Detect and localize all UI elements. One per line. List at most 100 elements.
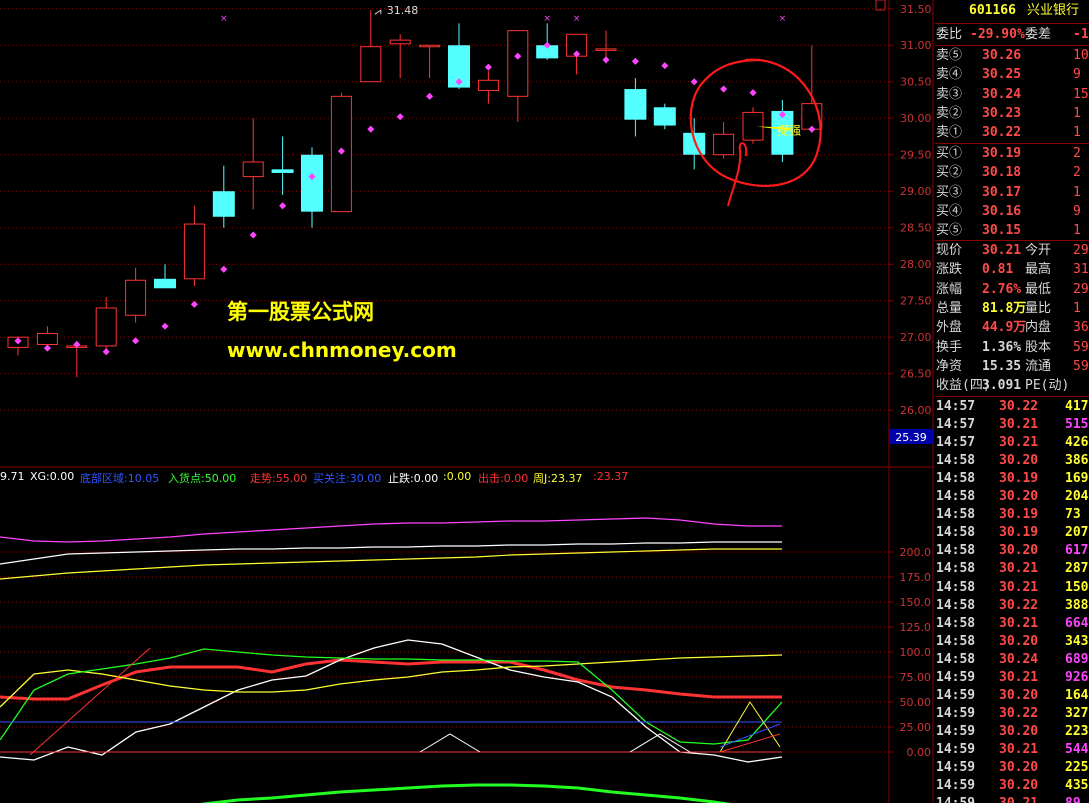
- tick-row: 14:58 30.21 287: [935, 560, 1089, 578]
- row-value: 30.25: [982, 67, 1022, 83]
- tick-price: 30.20: [999, 453, 1039, 469]
- price-tick-label: 28.50: [900, 222, 932, 235]
- signal-dot: [279, 202, 287, 210]
- signal-dot: [631, 57, 639, 65]
- row-value-2: 36.8: [1073, 320, 1089, 336]
- candle-body-down: [154, 278, 176, 289]
- indicator-label: 出击:0.00: [478, 472, 529, 485]
- tick-row: 14:59 30.22 327: [935, 705, 1089, 723]
- signal-dot: [749, 89, 757, 97]
- tick-time: 14:58: [936, 507, 976, 523]
- tick-price: 30.21: [999, 417, 1039, 433]
- price-tick-label: 27.00: [900, 331, 932, 344]
- indicator-label: 9.71: [0, 470, 25, 483]
- quote-row: 涨跌 0.81 最高 31: [935, 261, 1089, 279]
- indicator-series-line: [0, 658, 782, 701]
- indicator-series-line: [0, 548, 782, 580]
- tick-volume: 287: [1065, 561, 1089, 577]
- indicator-series-line: [0, 541, 782, 565]
- row-value-2: 9: [1073, 203, 1081, 219]
- indicator-label: XG:0.00: [30, 470, 75, 483]
- row-label-2: 最高: [1025, 262, 1052, 278]
- tick-volume: 926: [1065, 669, 1089, 685]
- row-value: 30.16: [982, 203, 1022, 219]
- row-label: 卖①: [936, 125, 963, 141]
- tick-time: 14:57: [936, 399, 976, 414]
- indicator-label: 买关注:30.00: [313, 472, 382, 485]
- tick-row: 14:58 30.21 664: [935, 615, 1089, 633]
- chart-area[interactable]: 31.50 31.00 30.50 30.00 29.50 29.00 28.50 28.00…: [0, 0, 935, 803]
- indicator-label: 入货点:50.00: [168, 472, 237, 485]
- quote-row: 外盘 44.9万内盘 36.8: [935, 319, 1089, 337]
- row-label: 外盘: [936, 320, 963, 336]
- row-value-2: 15: [1073, 86, 1089, 102]
- tick-row: 14:58 30.22 388: [935, 597, 1089, 615]
- row-value-2: 31: [1073, 262, 1089, 278]
- tick-volume: 664: [1065, 615, 1089, 631]
- indicator-label: 周J:23.37: [533, 472, 583, 485]
- tick-row: 14:58 30.20 343: [935, 633, 1089, 651]
- order-ratio-row: 委比 -29.90% 委差 -17: [936, 27, 1089, 42]
- signal-annotation: 捉强: [777, 122, 801, 137]
- row-value: 0.81: [982, 262, 1014, 278]
- tick-time: 14:59: [936, 795, 975, 803]
- buy-level-row: 买② 30.18 2: [935, 164, 1089, 182]
- quote-row: 涨幅 2.76% 最低 29: [935, 281, 1089, 299]
- candle-body-up: [242, 161, 264, 178]
- row-value-2: 9: [1073, 67, 1081, 83]
- tick-time: 14:58: [936, 489, 976, 505]
- sell-level-row: 卖② 30.23 1: [935, 105, 1089, 123]
- tick-time: 14:58: [936, 453, 976, 469]
- tick-price: 30.19: [999, 525, 1039, 541]
- row-label-2: PE(动): [1025, 378, 1070, 394]
- tick-price: 30.21: [999, 795, 1038, 803]
- high-arrow: [374, 9, 382, 15]
- sell-level-row: 卖③ 30.24 15: [935, 86, 1089, 104]
- row-label: 净资: [936, 358, 963, 374]
- tick-row: 14:58 30.19 207: [935, 524, 1089, 542]
- row-value-2: 29: [1073, 281, 1089, 297]
- row-value-2: 1: [1073, 300, 1081, 316]
- tick-price: 30.19: [999, 507, 1039, 523]
- stock-header[interactable]: 601166 兴业银行: [935, 0, 1089, 22]
- price-tick-label: 30.50: [900, 76, 932, 89]
- stock-name: 兴业银行: [1027, 3, 1080, 18]
- price-tick-label: 28.00: [900, 258, 932, 271]
- row-value-2: 59.9: [1073, 339, 1089, 355]
- tick-time: 14:59: [936, 778, 976, 794]
- tick-time: 14:58: [936, 651, 976, 667]
- tick-row: 14:59 30.21 544: [935, 741, 1089, 759]
- tick-time: 14:59: [936, 760, 976, 775]
- price-tick-label: 26.50: [900, 368, 932, 381]
- row-value: 1.36%: [982, 339, 1022, 355]
- top-marker: ×: [220, 14, 228, 24]
- price-tick-label: 31.50: [900, 3, 932, 16]
- buy-level-row: 买③ 30.17 1: [935, 184, 1089, 202]
- tick-volume: 225: [1065, 760, 1089, 775]
- indicator-label: :0.00: [443, 470, 472, 483]
- row-value-2: 29: [1073, 243, 1089, 258]
- price-tick-label: 26.00: [900, 404, 932, 417]
- indicator-tick-label: 150.0: [900, 596, 932, 609]
- candle-body-up: [595, 48, 617, 51]
- row-value-2: 1: [1073, 125, 1081, 141]
- signal-dot: [102, 348, 110, 356]
- indicator-tick-label: 75.00: [900, 671, 932, 684]
- row-value: 15.35: [982, 358, 1022, 374]
- price-tick-label: 27.50: [900, 295, 932, 308]
- row-label: 卖⑤: [936, 48, 963, 63]
- tick-price: 30.22: [999, 597, 1039, 613]
- candle-body-up: [419, 44, 441, 48]
- tick-price: 30.21: [999, 561, 1039, 577]
- quote-row: 净资 15.35流通 59.9: [935, 358, 1089, 376]
- price-tick-label: 30.00: [900, 112, 932, 125]
- row-value: 30.24: [982, 86, 1022, 102]
- tick-row: 14:59 30.21 926: [935, 669, 1089, 687]
- signal-dot: [396, 113, 404, 121]
- sell-level-row: 卖⑤ 30.26 10: [935, 47, 1089, 65]
- top-marker: ×: [543, 14, 551, 24]
- row-label: 涨跌: [936, 262, 963, 278]
- tick-price: 30.20: [999, 489, 1039, 505]
- tick-price: 30.21: [999, 579, 1039, 595]
- tick-time: 14:58: [936, 633, 976, 649]
